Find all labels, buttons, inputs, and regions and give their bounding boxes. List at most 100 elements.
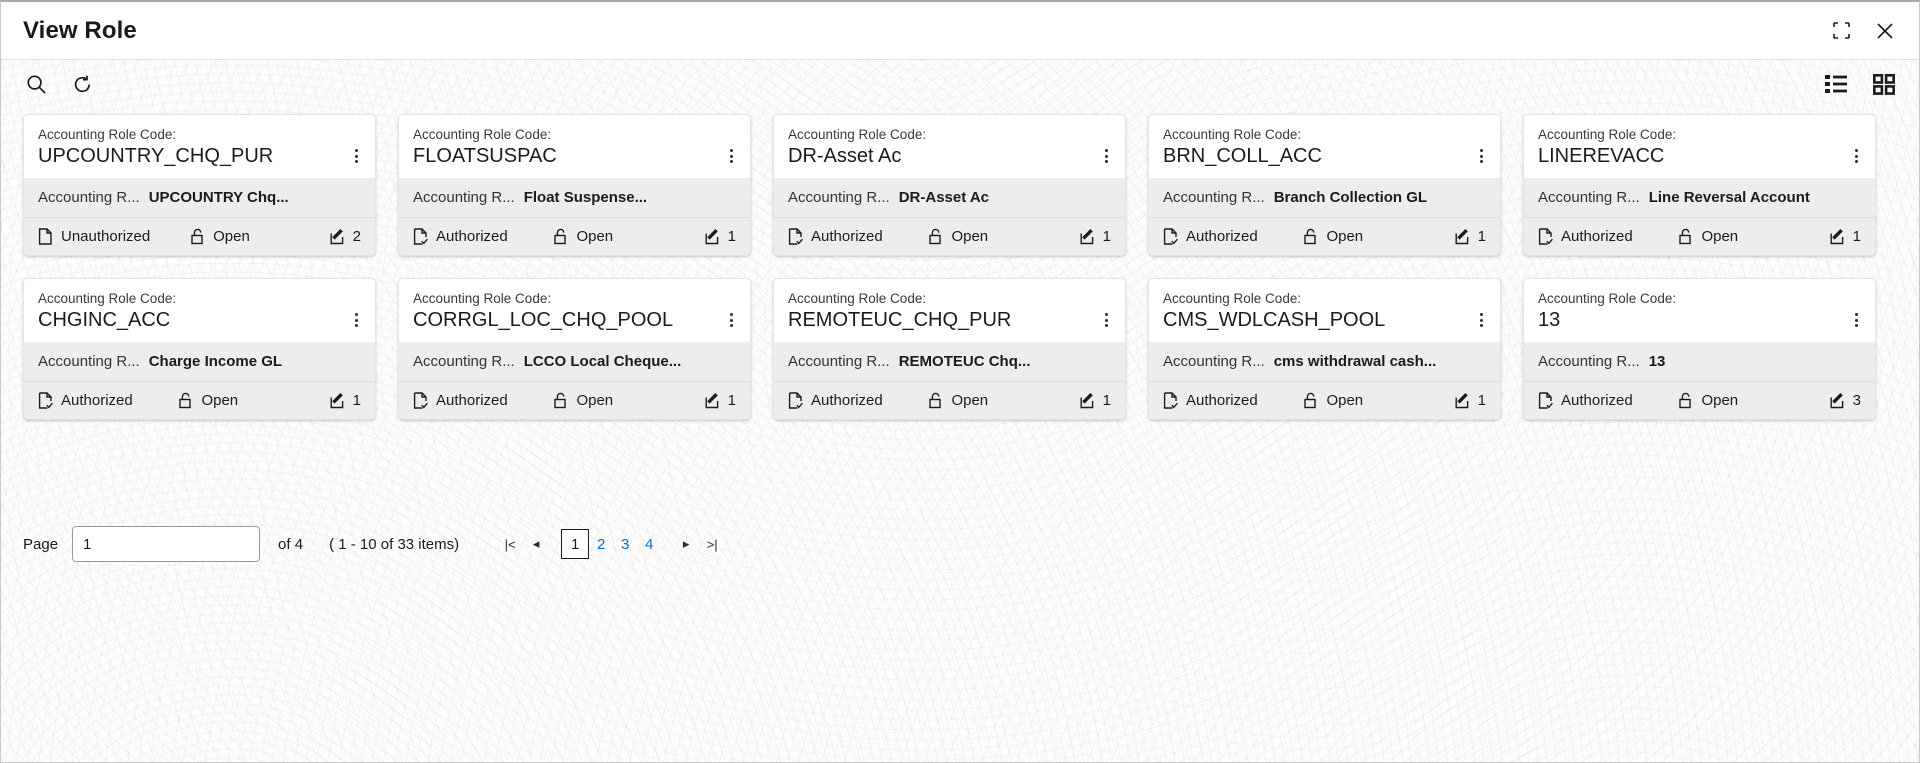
card-desc-value: Line Reversal Account <box>1649 189 1810 206</box>
card-desc-value: UPCOUNTRY Chq... <box>149 189 289 206</box>
card-menu-icon[interactable] <box>723 147 739 165</box>
edit-icon <box>1455 392 1472 410</box>
card-header: Accounting Role Code: 13 <box>1524 279 1875 342</box>
card-header: Accounting Role Code: CMS_WDLCASH_POOL <box>1149 279 1500 342</box>
page-number-1[interactable]: 1 <box>561 529 589 559</box>
card-menu-icon[interactable] <box>1848 147 1864 165</box>
page-input[interactable] <box>72 526 260 562</box>
card-desc-value: 13 <box>1649 353 1666 370</box>
card-menu-icon[interactable] <box>1098 147 1114 165</box>
document-authorized-icon <box>38 392 55 410</box>
card-menu-icon[interactable] <box>1473 147 1489 165</box>
unlock-icon <box>178 392 195 410</box>
card-menu-icon[interactable] <box>1848 311 1864 329</box>
lock-text: Open <box>576 392 613 409</box>
card-desc-label: Accounting R... <box>38 189 140 206</box>
lock-text: Open <box>201 392 238 409</box>
last-page-button[interactable]: >| <box>699 530 725 558</box>
page-number-3[interactable]: 3 <box>613 530 637 558</box>
collapse-icon[interactable] <box>1829 19 1853 43</box>
card-footer: Authorized Open <box>399 381 750 419</box>
lock-badge: Open <box>1678 228 1738 246</box>
lock-badge: Open <box>928 392 988 410</box>
unlock-icon <box>928 392 945 410</box>
page-number-4[interactable]: 4 <box>637 530 661 558</box>
edit-icon <box>1080 392 1097 410</box>
role-card[interactable]: Accounting Role Code: REMOTEUC_CHQ_PUR A… <box>773 278 1126 420</box>
card-footer: Authorized Open <box>1149 217 1500 255</box>
role-card[interactable]: Accounting Role Code: BRN_COLL_ACC Accou… <box>1148 114 1501 256</box>
status-text: Authorized <box>1561 228 1633 245</box>
card-code-value: REMOTEUC_CHQ_PUR <box>788 307 1111 333</box>
unlock-icon <box>1678 392 1695 410</box>
card-desc-value: cms withdrawal cash... <box>1274 353 1437 370</box>
edit-count-badge: 1 <box>1080 392 1111 410</box>
card-desc-label: Accounting R... <box>38 353 140 370</box>
first-page-button[interactable]: |< <box>497 530 523 558</box>
card-footer: Authorized Open <box>399 217 750 255</box>
status-text: Authorized <box>1186 392 1258 409</box>
card-menu-icon[interactable] <box>723 311 739 329</box>
card-code-label: Accounting Role Code: <box>1163 126 1486 143</box>
card-desc-value: Charge Income GL <box>149 353 282 370</box>
document-authorized-icon <box>413 228 430 246</box>
card-header: Accounting Role Code: LINEREVACC <box>1524 115 1875 178</box>
card-code-label: Accounting Role Code: <box>1163 290 1486 307</box>
document-authorized-icon <box>788 392 805 410</box>
lock-badge: Open <box>1678 392 1738 410</box>
unlock-icon <box>1678 228 1695 246</box>
lock-text: Open <box>1326 228 1363 245</box>
page-title: View Role <box>23 17 137 45</box>
edit-count-text: 1 <box>1478 228 1486 245</box>
unlock-icon <box>553 392 570 410</box>
card-desc-label: Accounting R... <box>788 189 890 206</box>
role-card[interactable]: Accounting Role Code: CORRGL_LOC_CHQ_POO… <box>398 278 751 420</box>
card-menu-icon[interactable] <box>348 311 364 329</box>
card-desc-value: Branch Collection GL <box>1274 189 1427 206</box>
list-view-icon[interactable] <box>1823 71 1849 97</box>
lock-text: Open <box>951 392 988 409</box>
card-menu-icon[interactable] <box>348 147 364 165</box>
next-page-button[interactable]: ▸ <box>673 530 699 558</box>
role-card[interactable]: Accounting Role Code: UPCOUNTRY_CHQ_PUR … <box>23 114 376 256</box>
edit-count-text: 1 <box>353 392 361 409</box>
search-icon[interactable] <box>23 71 49 97</box>
card-description-row: Accounting R... Float Suspense... <box>399 178 750 217</box>
edit-count-text: 2 <box>353 228 361 245</box>
role-card[interactable]: Accounting Role Code: LINEREVACC Account… <box>1523 114 1876 256</box>
role-card[interactable]: Accounting Role Code: CMS_WDLCASH_POOL A… <box>1148 278 1501 420</box>
role-card[interactable]: Accounting Role Code: DR-Asset Ac Accoun… <box>773 114 1126 256</box>
card-menu-icon[interactable] <box>1098 311 1114 329</box>
role-card[interactable]: Accounting Role Code: FLOATSUSPAC Accoun… <box>398 114 751 256</box>
lock-badge: Open <box>1303 228 1363 246</box>
edit-count-text: 3 <box>1853 392 1861 409</box>
card-menu-icon[interactable] <box>1473 311 1489 329</box>
card-description-row: Accounting R... UPCOUNTRY Chq... <box>24 178 375 217</box>
card-code-label: Accounting Role Code: <box>788 290 1111 307</box>
toolbar-left-group <box>23 71 95 97</box>
status-text: Unauthorized <box>61 228 150 245</box>
close-icon[interactable] <box>1873 19 1897 43</box>
lock-badge: Open <box>190 228 250 246</box>
card-description-row: Accounting R... cms withdrawal cash... <box>1149 342 1500 381</box>
card-desc-label: Accounting R... <box>413 353 515 370</box>
role-card[interactable]: Accounting Role Code: CHGINC_ACC Account… <box>23 278 376 420</box>
refresh-icon[interactable] <box>69 71 95 97</box>
card-code-value: CHGINC_ACC <box>38 307 361 333</box>
grid-view-icon[interactable] <box>1871 71 1897 97</box>
unlock-icon <box>928 228 945 246</box>
card-code-label: Accounting Role Code: <box>413 290 736 307</box>
lock-text: Open <box>1701 392 1738 409</box>
document-authorized-icon <box>1163 392 1180 410</box>
status-badge: Authorized <box>1538 392 1633 410</box>
unlock-icon <box>553 228 570 246</box>
page-number-2[interactable]: 2 <box>589 530 613 558</box>
role-card[interactable]: Accounting Role Code: 13 Accounting R...… <box>1523 278 1876 420</box>
prev-page-button[interactable]: ◂ <box>523 530 549 558</box>
lock-text: Open <box>1701 228 1738 245</box>
card-header: Accounting Role Code: REMOTEUC_CHQ_PUR <box>774 279 1125 342</box>
card-footer: Authorized Open <box>1524 217 1875 255</box>
card-code-label: Accounting Role Code: <box>38 290 361 307</box>
lock-text: Open <box>213 228 250 245</box>
unlock-icon <box>1303 392 1320 410</box>
